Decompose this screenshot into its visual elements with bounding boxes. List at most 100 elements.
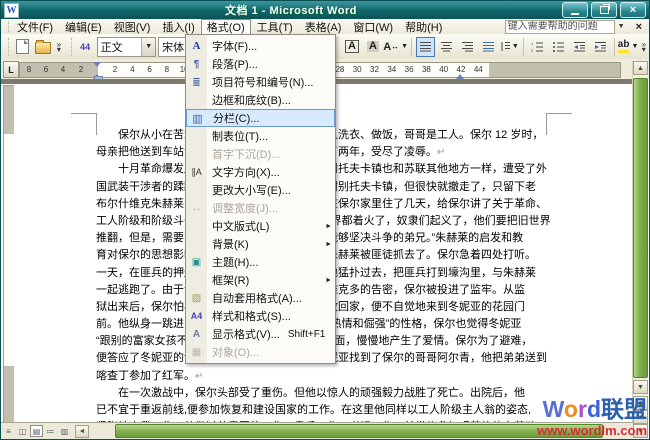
web-layout-view-button[interactable]: ◫ <box>16 425 29 437</box>
watermark-letter: W <box>543 396 564 422</box>
menu-item-主题[interactable]: ▣ 主题(H)... <box>186 253 335 271</box>
dropdown-arrow-icon: ▼ <box>631 43 638 50</box>
bullets-numbering-icon: ≣ <box>186 77 207 88</box>
columns-icon: ▥ <box>187 112 208 125</box>
menu-item-label: 文字方向(X)... <box>212 164 280 180</box>
menu-item-边框和底纹[interactable]: 边框和底纹(B)... <box>186 91 335 109</box>
menu-item-背景[interactable]: 背景(K)► <box>186 235 335 253</box>
menu-item-文字方向[interactable]: ∥A文字方向(X)... <box>186 163 335 181</box>
highlight-button[interactable]: ab▼ <box>619 37 638 57</box>
help-dropdown-icon[interactable]: ▼ <box>615 23 628 30</box>
open-button[interactable] <box>34 37 53 57</box>
increase-indent-button[interactable] <box>591 37 610 57</box>
menubar-item-4[interactable]: 插入(I) <box>156 19 200 34</box>
autoformat-icon: ▨ <box>186 293 207 304</box>
menu-item-字体[interactable]: A字体(F)... <box>186 37 335 55</box>
submenu-arrow-icon: ► <box>325 223 332 230</box>
outline-view-button[interactable]: ≔ <box>44 425 57 437</box>
document-line: 已不宜于重返前线,便参加恢复和建设国家的工作。在这里他同样以工人阶级主人翁的姿态… <box>96 402 576 419</box>
style-combo[interactable]: 正文 ▼ <box>97 37 157 57</box>
menu-item-更改大小写[interactable]: 更改大小写(E)... <box>186 181 335 199</box>
toolbar-separator <box>614 38 615 56</box>
svg-text:2: 2 <box>531 48 534 52</box>
print-layout-view-button[interactable]: ▤ <box>30 425 43 437</box>
menu-item-label: 主题(H)... <box>212 254 258 270</box>
ruler-number: 8 <box>27 65 31 74</box>
formatting-toolbar-overflow-button[interactable]: »▾ <box>639 42 649 52</box>
menu-item-label: 制表位(T)... <box>212 128 268 144</box>
styles-pane-button[interactable]: 44 <box>76 37 95 57</box>
ruler-number: 28 <box>335 65 344 74</box>
toolbar-grip[interactable] <box>4 38 9 56</box>
menu-item-label: 项目符号和编号(N)... <box>212 74 313 90</box>
ruler-number: 6 <box>147 65 151 74</box>
menubar-item-5[interactable]: 格式(O) <box>201 19 251 34</box>
horizontal-scrollbar-thumb[interactable] <box>115 424 603 438</box>
paragraph-mark: ↵ <box>195 371 203 382</box>
align-right-button[interactable] <box>458 37 477 57</box>
menu-item-样式和格式[interactable]: A4样式和格式(S)... <box>186 307 335 325</box>
normal-view-button[interactable]: ≡ <box>2 425 15 437</box>
ruler-number: 6 <box>44 65 48 74</box>
formatting-toolbar-grip[interactable] <box>67 38 72 56</box>
close-button[interactable]: × <box>620 2 646 18</box>
menu-item-项目符号和编号[interactable]: ≣ 项目符号和编号(N)... <box>186 73 335 91</box>
format-menu: A字体(F)...¶段落(P)... ≣ 项目符号和编号(N)...边框和底纹(B)… <box>185 34 336 364</box>
justify-button[interactable] <box>416 37 435 57</box>
numbering-button[interactable]: 12 <box>528 37 547 57</box>
tab-selector-button[interactable]: L <box>3 61 19 78</box>
ruler-number: 8 <box>165 65 169 74</box>
margin-crop-mark <box>546 113 572 114</box>
watermark-letter: d <box>587 396 601 422</box>
menu-item-显示格式[interactable]: A显示格式(V)...Shift+F1 <box>186 325 335 343</box>
scroll-up-button[interactable]: ▲ <box>633 61 648 75</box>
distribute-button[interactable] <box>479 37 498 57</box>
menubar-grip[interactable] <box>3 21 9 32</box>
document-line: 推翻，但是，需要的是一批勇敢的、不怕死的、能够坚决斗争的弟兄。”朱赫莱的启发和教 <box>96 230 576 247</box>
menu-item-框架[interactable]: 框架(R)► <box>186 271 335 289</box>
menu-item-调整宽度: ↔调整宽度(J)... <box>186 199 335 217</box>
restore-button[interactable] <box>591 2 617 18</box>
menu-item-分栏[interactable]: ▥分栏(C)... <box>186 109 335 127</box>
char-border-icon: A <box>345 40 359 53</box>
menubar-item-6[interactable]: 工具(T) <box>251 19 299 34</box>
menu-item-label: 中文版式(L) <box>212 218 269 234</box>
bullets-button[interactable] <box>549 37 568 57</box>
reading-layout-view-button[interactable]: ▥ <box>58 425 71 437</box>
scroll-left-button[interactable]: ◄ <box>75 425 89 438</box>
char-shading-button[interactable]: A <box>363 37 382 57</box>
menubar-item-8[interactable]: 窗口(W) <box>347 19 399 34</box>
new-document-button[interactable] <box>13 37 32 57</box>
menu-item-label: 首字下沉(D)... <box>212 146 280 162</box>
help-question-box[interactable]: 键入需要帮助的问题 <box>505 20 615 34</box>
vertical-scrollbar-thumb[interactable] <box>633 78 648 378</box>
line-spacing-button[interactable]: ▼ <box>500 37 519 57</box>
decrease-indent-button[interactable] <box>570 37 589 57</box>
document-line: 工人阶级和阶级斗争的许多道理。保尔觉得“全世界都着火了，奴隶们起义了，他们要把旧… <box>96 213 576 230</box>
char-border-button[interactable]: A <box>342 37 361 57</box>
menubar-item-2[interactable]: 编辑(E) <box>59 19 108 34</box>
ruler-number: 36 <box>405 65 414 74</box>
menu-item-label: 字体(F)... <box>212 38 257 54</box>
vertical-scrollbar[interactable]: ▲ ▼ ▲ ● ▼ <box>632 61 648 438</box>
restore-icon <box>600 6 609 14</box>
menubar-item-7[interactable]: 表格(A) <box>299 19 348 34</box>
minimize-button[interactable] <box>562 2 588 18</box>
theme-icon: ▣ <box>186 257 207 268</box>
close-document-icon[interactable]: × <box>628 21 649 33</box>
menu-item-中文版式[interactable]: 中文版式(L) ► <box>186 217 335 235</box>
style-combo-arrow-icon[interactable]: ▼ <box>141 38 155 56</box>
menu-item-制表位[interactable]: 制表位(T)... <box>186 127 335 145</box>
char-scale-button[interactable]: A↔▼ <box>384 37 406 57</box>
menubar-item-9[interactable]: 帮助(H) <box>399 19 448 34</box>
menu-item-自动套用格式[interactable]: ▨自动套用格式(A)... <box>186 289 335 307</box>
standard-toolbar-overflow-button[interactable]: »▾ <box>54 42 64 52</box>
reading-layout-icon: ▥ <box>61 427 69 436</box>
menubar-item-1[interactable]: 文件(F) <box>11 19 59 34</box>
document-text[interactable]: 保尔从小在苦水中长大，早年丧父，母亲替人洗衣、做饭，哥哥是工人。保尔 12 岁时… <box>96 127 576 436</box>
right-indent-marker[interactable] <box>456 70 464 79</box>
menubar-item-3[interactable]: 视图(V) <box>108 19 157 34</box>
menu-item-段落[interactable]: ¶段落(P)... <box>186 55 335 73</box>
menu-item-label: 更改大小写(E)... <box>212 182 291 198</box>
center-button[interactable] <box>437 37 456 57</box>
